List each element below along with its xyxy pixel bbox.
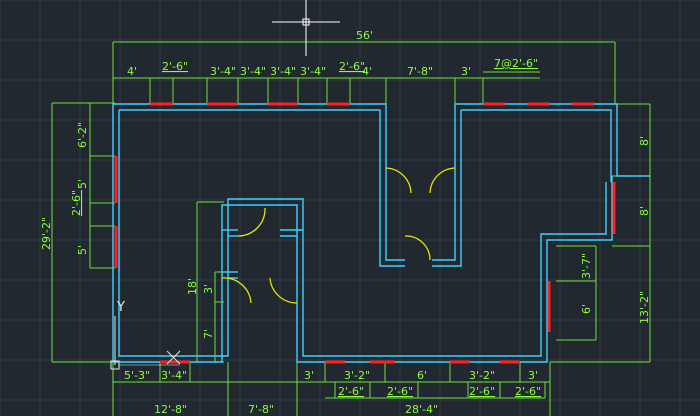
dim-top-5: 3'-4"	[270, 65, 296, 78]
dim-bottom1-6: 3'-2"	[469, 369, 495, 382]
dim-top-3: 3'-4"	[210, 65, 236, 78]
dim-bottom2-4: 2'-6"	[515, 385, 541, 398]
dim-bottom1-4: 3'-2"	[344, 369, 370, 382]
dim-left-2: 2'-6"	[70, 190, 83, 216]
dim-bottom1-1: 5'-3"	[124, 369, 150, 382]
dim-top-10: 3'	[461, 65, 471, 78]
dim-interior-18: 18'	[186, 278, 199, 295]
dim-bottom2-2: 2'-6"	[387, 385, 413, 398]
dim-right-inner-2: 6'	[580, 304, 593, 314]
dim-left-4: 5'	[76, 245, 89, 255]
dim-bottom3-1: 12'-8"	[154, 403, 187, 416]
dim-top-11: 7@2'-6"	[494, 57, 538, 70]
walls[interactable]	[112, 103, 650, 363]
dim-bottom1-7: 3'	[528, 369, 538, 382]
dim-top-1: 4'	[127, 65, 137, 78]
dim-bottom2-1: 2'-6"	[338, 385, 364, 398]
cad-drawing-viewport[interactable]: Y 56' 4' 2'-6" 3'-4" 3'-4" 3'-4" 3'-4" 2…	[0, 0, 700, 416]
ucs-y-label: Y	[116, 300, 125, 315]
dim-interior-7: 7'	[202, 329, 215, 339]
dim-bottom1-5: 6'	[417, 369, 427, 382]
dim-top-6: 3'-4"	[300, 65, 326, 78]
ucs-axis-icon	[110, 316, 181, 370]
dim-bottom3-3: 28'-4"	[405, 403, 438, 416]
dim-interior-3: 3'	[202, 284, 215, 294]
dim-top-2: 2'-6"	[162, 60, 188, 73]
dim-top-9: 7'-8"	[407, 65, 433, 78]
dim-right-3: 13'-2"	[638, 291, 651, 324]
doors[interactable]	[221, 167, 456, 304]
dim-overall-width: 56'	[356, 29, 373, 42]
dim-left-1: 6'-2"	[76, 122, 89, 148]
dim-left-overall: 29'-2"	[40, 217, 53, 250]
dim-left-3: 5'	[76, 179, 89, 189]
crosshair-cursor-icon	[272, 0, 340, 56]
dim-top-8: 4'	[362, 65, 372, 78]
dim-bottom1-2: 3'-4"	[161, 369, 187, 382]
dim-right-inner-1: 3'-7"	[580, 253, 593, 279]
windows[interactable]	[114, 102, 616, 364]
dim-top-4: 3'-4"	[240, 65, 266, 78]
dim-right-2: 8'	[638, 206, 651, 216]
dim-bottom1-3: 3'	[304, 369, 314, 382]
dimension-text: 56' 4' 2'-6" 3'-4" 3'-4" 3'-4" 3'-4" 2'-…	[40, 29, 651, 416]
dim-bottom3-2: 7'-8"	[248, 403, 274, 416]
dim-bottom2-3: 2'-6"	[469, 385, 495, 398]
floor-plan-canvas[interactable]: Y 56' 4' 2'-6" 3'-4" 3'-4" 3'-4" 3'-4" 2…	[0, 0, 700, 416]
dim-right-1: 8'	[638, 136, 651, 146]
